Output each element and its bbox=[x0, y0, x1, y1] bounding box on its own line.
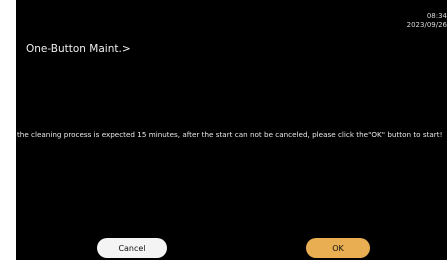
clock-date: 2023/09/26 bbox=[406, 21, 447, 29]
maintenance-screen: 08:34 2023/09/26 One-Button Maint.> Tip:… bbox=[16, 0, 447, 260]
page-title[interactable]: One-Button Maint.> bbox=[26, 43, 131, 55]
status-clock: 08:34 2023/09/26 bbox=[407, 12, 447, 30]
cancel-button[interactable]: Cancel bbox=[97, 238, 167, 258]
tip-message: Tip: the cleaning process is expected 15… bbox=[16, 130, 443, 139]
clock-time: 08:34 bbox=[426, 12, 447, 20]
ok-button[interactable]: OK bbox=[306, 238, 370, 258]
